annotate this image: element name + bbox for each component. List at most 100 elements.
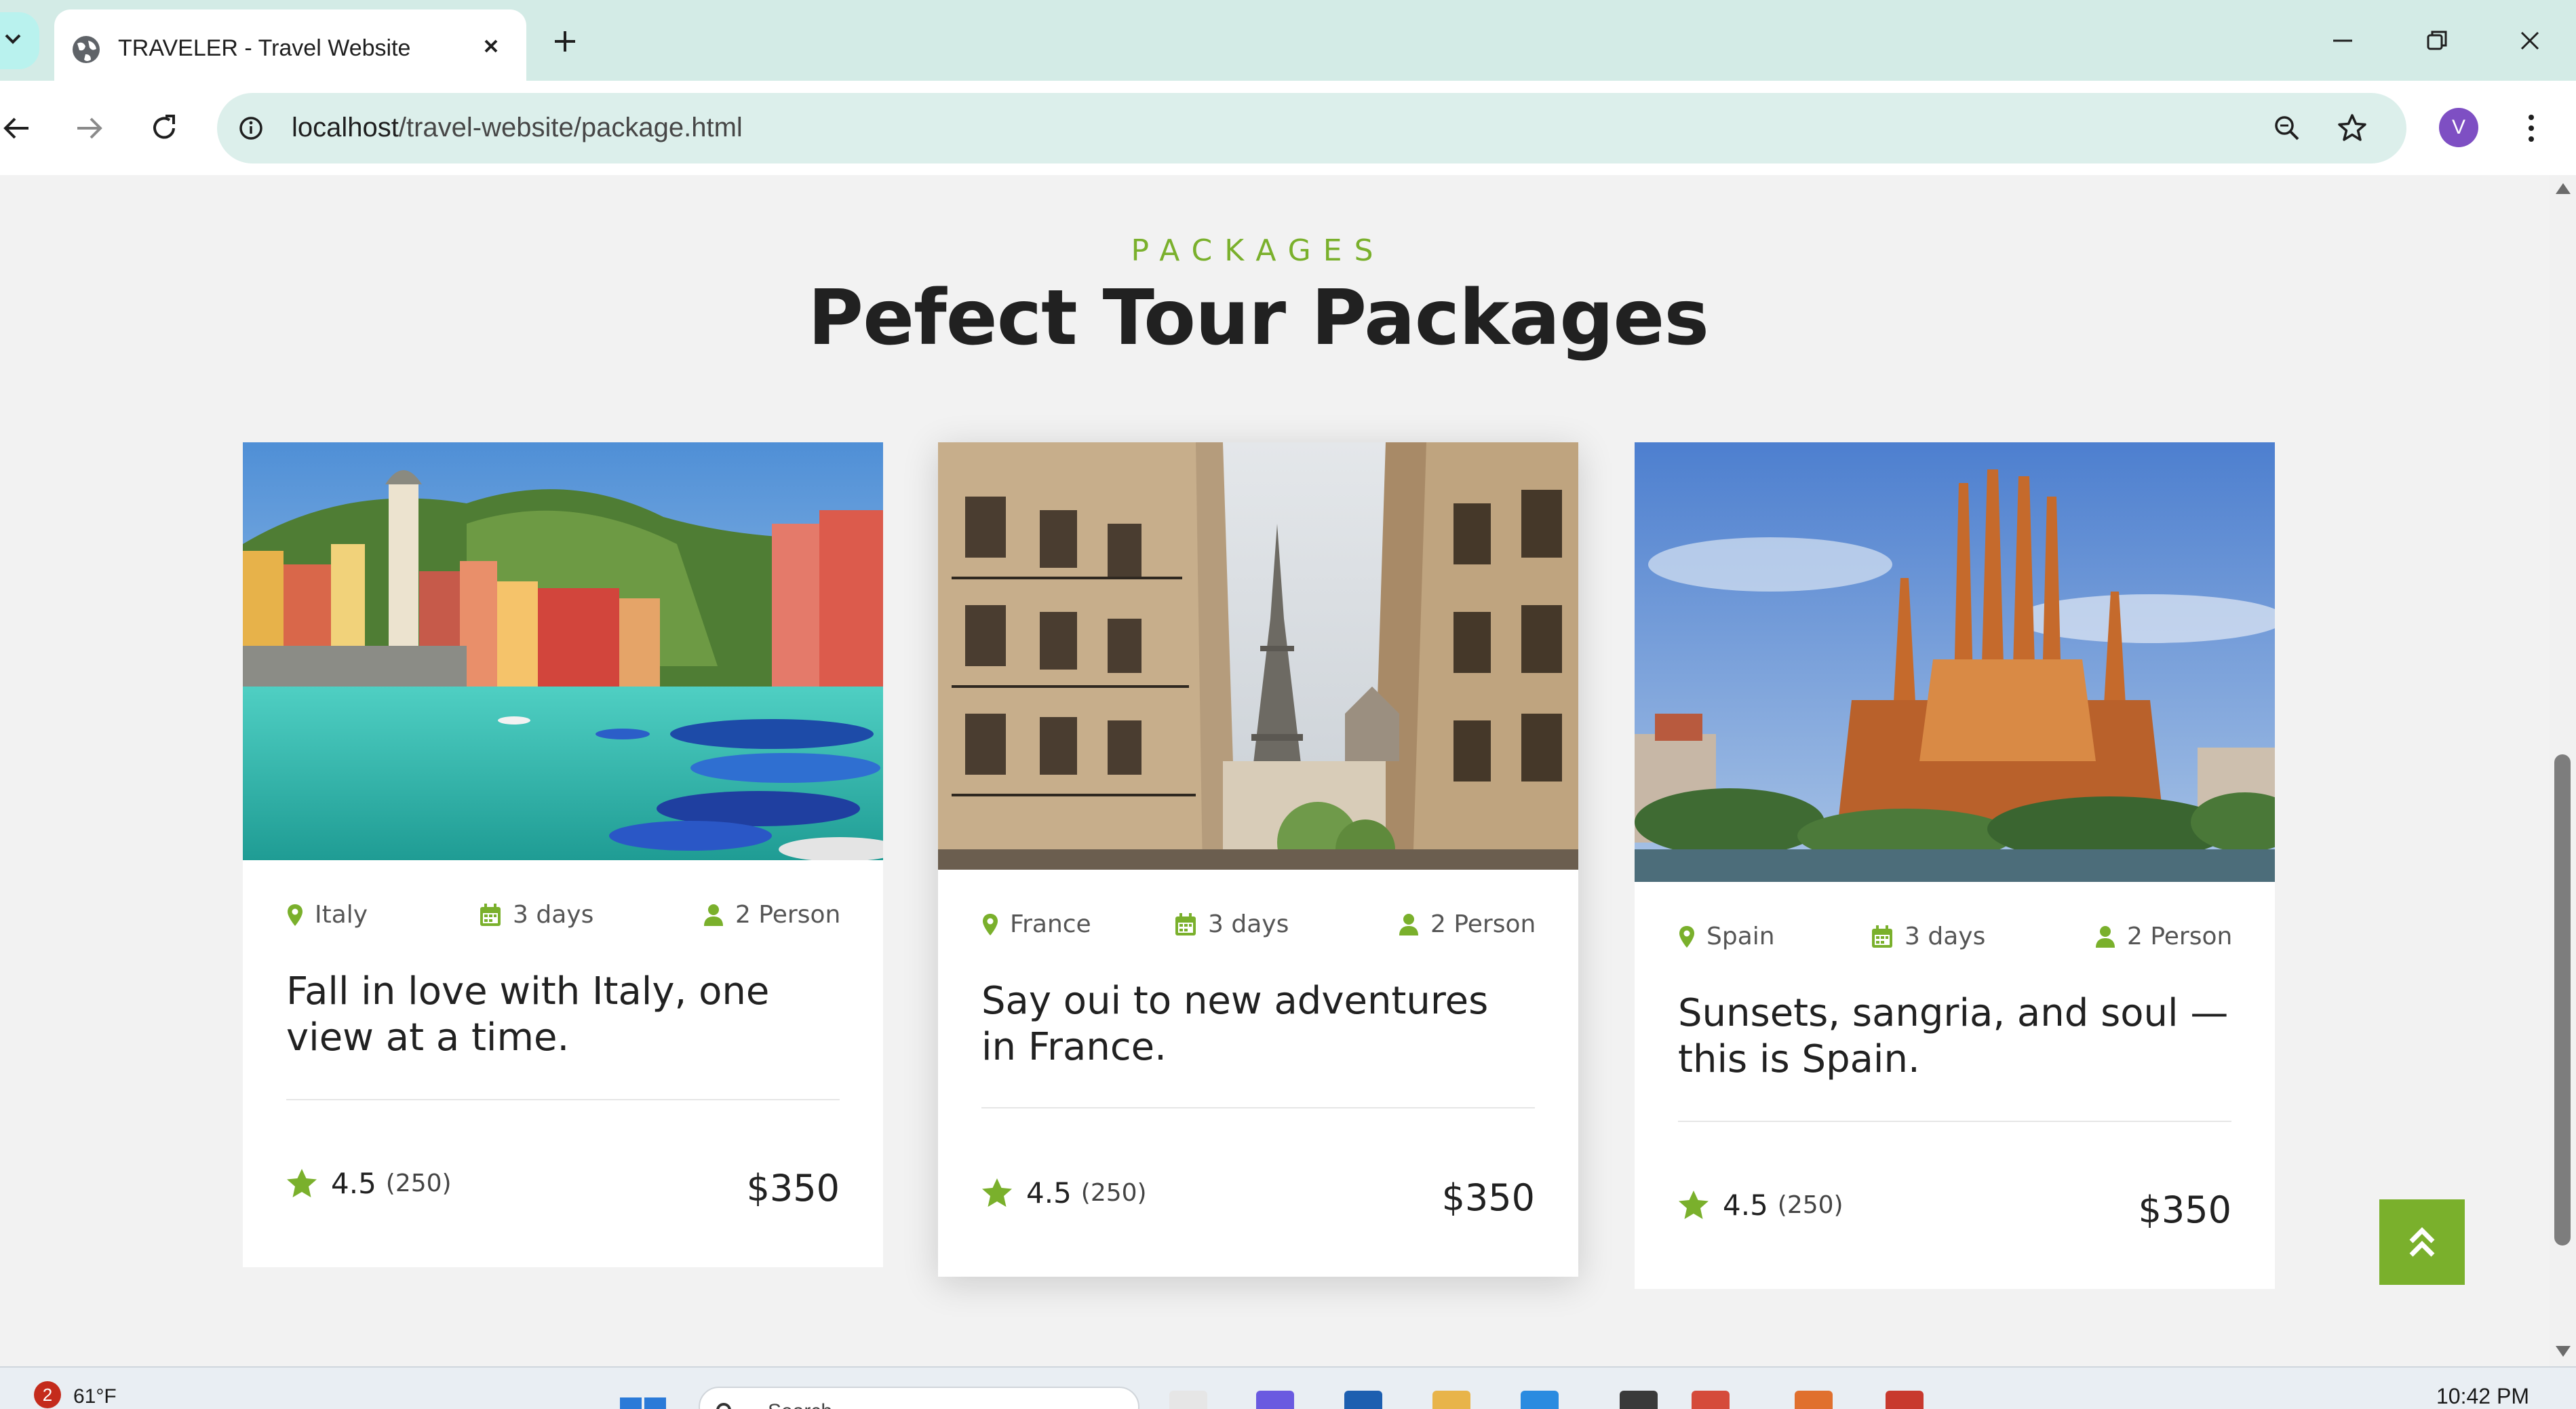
sagrada-familia-image [1635,442,2275,882]
reload-icon[interactable] [145,109,183,147]
forward-icon[interactable] [71,109,109,147]
package-duration: 3 days [1871,923,1985,950]
close-window-icon[interactable] [2510,20,2550,61]
package-rating: 4.5 (250) [1678,1186,1843,1224]
package-location: Spain [1678,923,1775,950]
calendar-icon [1175,912,1196,935]
package-price: $350 [746,1167,840,1210]
chatgpt-icon[interactable] [1620,1391,1658,1409]
package-card[interactable]: Spain 3 days 2 Person Sunsets, sangria, … [1635,442,2275,1289]
people-label: 2 Person [1430,910,1536,938]
package-title[interactable]: Fall in love with Italy, one view at a t… [286,969,840,1061]
section-heading: Pefect Tour Packages [808,274,1709,362]
copilot-icon[interactable] [1256,1391,1294,1409]
cinque-terre-image [243,442,883,860]
taskbar-clock[interactable]: 10:42 PM [2436,1384,2529,1409]
calendar-icon [1872,925,1892,948]
bookmark-star-icon[interactable] [2335,111,2370,146]
zoom-icon[interactable] [2271,112,2303,144]
package-title[interactable]: Sunsets, sangria, and soul — this is Spa… [1678,990,2231,1083]
package-duration: 3 days [479,901,593,929]
duration-label: 3 days [1905,923,1986,950]
package-location: Italy [286,901,368,929]
person-icon [704,904,723,926]
card-divider [286,1099,840,1100]
active-tab[interactable]: TRAVELER - Travel Website [54,9,526,81]
location-label: Italy [315,901,368,929]
person-icon [1399,913,1418,935]
paris-street-image [938,442,1578,870]
task-view-icon[interactable] [1169,1391,1207,1409]
card-divider [1678,1121,2231,1122]
star-icon [1679,1191,1709,1219]
app-icon[interactable] [1795,1391,1833,1409]
site-info-icon[interactable] [233,111,269,146]
map-pin-icon [983,913,998,935]
package-card[interactable]: Italy 3 days 2 Person Fall in love with … [243,442,883,1267]
package-price: $350 [1441,1176,1535,1219]
rating-count: (250) [1080,1178,1147,1207]
back-icon[interactable] [0,109,35,147]
package-people: 2 Person [703,901,840,929]
globe-icon [73,36,100,63]
plus-icon[interactable] [548,24,582,58]
location-label: France [1010,910,1091,938]
chrome-icon[interactable] [1692,1391,1730,1409]
map-pin-icon [288,904,303,926]
close-icon[interactable] [476,31,506,61]
start-icon[interactable] [619,1391,667,1409]
scroll-up-arrow[interactable] [2556,183,2571,194]
package-price: $350 [2138,1189,2231,1231]
person-icon [2096,925,2115,948]
chevron-down-icon [5,34,21,44]
package-title[interactable]: Say oui to new adventures in France. [981,978,1535,1070]
scroll-down-arrow[interactable] [2556,1346,2571,1357]
tab-search-button[interactable] [0,12,39,69]
package-card[interactable]: France 3 days 2 Person Say oui to new ad… [938,442,1578,1277]
chrome-profile-icon[interactable] [1886,1391,1924,1409]
package-photo-spain [1635,442,2275,882]
package-duration: 3 days [1174,910,1289,938]
package-photo-france [938,442,1578,870]
back-to-top-button[interactable] [2379,1199,2465,1285]
vscode-icon[interactable] [1521,1391,1559,1409]
taskbar-search[interactable]: Search [699,1387,1139,1409]
map-pin-icon [1679,925,1694,948]
rating-score: 4.5 [1723,1188,1768,1222]
restore-icon[interactable] [2416,20,2457,61]
weather-badge[interactable]: 2 [34,1381,61,1408]
profile-avatar[interactable]: V [2439,108,2478,147]
package-people: 2 Person [1398,910,1536,938]
os-taskbar: 2 61°F Search 10:42 PM [0,1366,2576,1409]
browser-tab-strip: TRAVELER - Travel Website [0,0,2576,81]
rating-count: (250) [385,1169,452,1197]
package-rating: 4.5 (250) [981,1174,1147,1212]
more-icon[interactable] [2518,108,2545,149]
duration-label: 3 days [513,901,594,929]
rating-score: 4.5 [331,1166,376,1200]
people-label: 2 Person [735,901,841,929]
outlook-icon[interactable] [1344,1391,1382,1409]
calendar-icon [480,903,501,926]
package-photo-italy [243,442,883,860]
scroll-thumb[interactable] [2554,754,2571,1246]
section-eyebrow: PACKAGES [1131,233,1386,268]
minimize-icon[interactable] [2322,20,2363,61]
search-label: Search [768,1400,832,1409]
double-chevron-up-icon [2409,1227,2435,1257]
duration-label: 3 days [1208,910,1289,938]
package-location: France [981,910,1091,938]
file-explorer-icon[interactable] [1432,1391,1470,1409]
rating-score: 4.5 [1026,1176,1072,1210]
url-host: localhost [292,113,399,142]
address-bar[interactable]: localhost/travel-website/package.html [217,93,2406,163]
people-label: 2 Person [2127,923,2233,950]
star-icon [982,1178,1012,1207]
vertical-scrollbar[interactable] [2549,175,2576,1366]
weather-temperature[interactable]: 61°F [73,1385,117,1408]
rating-count: (250) [1777,1191,1843,1219]
package-people: 2 Person [2094,923,2232,950]
location-label: Spain [1706,923,1775,950]
page-viewport: PACKAGES Pefect Tour Packages Italy 3 da… [0,175,2549,1366]
package-meta: Italy 3 days 2 Person [286,901,840,935]
